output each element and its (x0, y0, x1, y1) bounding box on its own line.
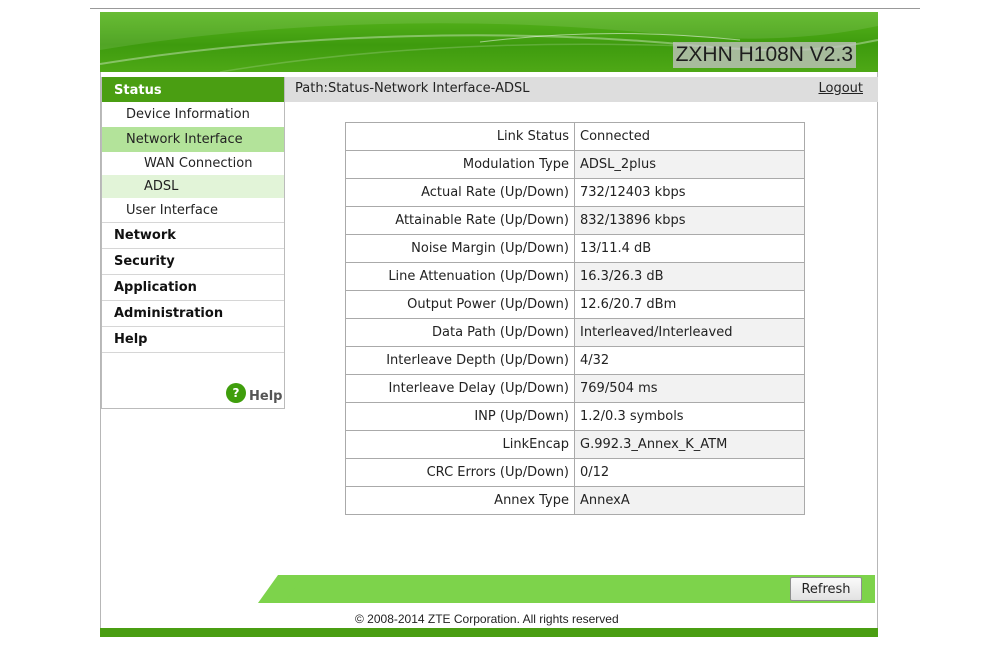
row-label: Interleave Depth (Up/Down) (345, 346, 575, 375)
table-row: Actual Rate (Up/Down) 732/12403 kbps (345, 178, 805, 207)
sidebar-nav: Status Device Information Network Interf… (101, 77, 285, 409)
row-label: CRC Errors (Up/Down) (345, 458, 575, 487)
refresh-button[interactable]: Refresh (790, 577, 862, 601)
sidebar-item-network[interactable]: Network (102, 223, 284, 249)
row-value: 16.3/26.3 dB (574, 262, 805, 291)
adsl-info-table: Link Status Connected Modulation Type ADSL_… (345, 122, 805, 515)
row-value: G.992.3_Annex_K_ATM (574, 430, 805, 459)
row-label: Output Power (Up/Down) (345, 290, 575, 319)
top-divider (90, 8, 920, 9)
row-value: AnnexA (574, 486, 805, 515)
row-value: 13/11.4 dB (574, 234, 805, 263)
row-label: Link Status (345, 122, 575, 151)
row-value: 0/12 (574, 458, 805, 487)
row-value: 1.2/0.3 symbols (574, 402, 805, 431)
breadcrumb: Path:Status-Network Interface-ADSL (295, 81, 530, 96)
row-label: Modulation Type (345, 150, 575, 179)
row-label: Attainable Rate (Up/Down) (345, 206, 575, 235)
copyright-text: © 2008-2014 ZTE Corporation. All rights … (355, 612, 619, 626)
bottom-action-bar (258, 575, 875, 603)
row-label: Data Path (Up/Down) (345, 318, 575, 347)
table-row: Interleave Delay (Up/Down) 769/504 ms (345, 374, 805, 403)
sidebar-item-wan-connection[interactable]: WAN Connection (102, 152, 284, 175)
table-row: Data Path (Up/Down) Interleaved/Interleav… (345, 318, 805, 347)
sidebar-item-device-information[interactable]: Device Information (102, 102, 284, 127)
row-value: 12.6/20.7 dBm (574, 290, 805, 319)
table-row: Interleave Depth (Up/Down) 4/32 (345, 346, 805, 375)
row-value: 732/12403 kbps (574, 178, 805, 207)
sidebar-item-help[interactable]: Help (102, 327, 284, 353)
table-row: Output Power (Up/Down) 12.6/20.7 dBm (345, 290, 805, 319)
row-value: ADSL_2plus (574, 150, 805, 179)
row-value: 4/32 (574, 346, 805, 375)
row-label: Annex Type (345, 486, 575, 515)
row-label: Interleave Delay (Up/Down) (345, 374, 575, 403)
sidebar-item-adsl[interactable]: ADSL (102, 175, 284, 198)
header-banner: ZXHN H108N V2.3 (100, 12, 878, 72)
sidebar-item-application[interactable]: Application (102, 275, 284, 301)
sidebar-item-security[interactable]: Security (102, 249, 284, 275)
sidebar-item-network-interface[interactable]: Network Interface (102, 127, 284, 152)
help-link[interactable]: ? Help (226, 383, 282, 404)
footer-stripe (100, 628, 878, 637)
row-label: Actual Rate (Up/Down) (345, 178, 575, 207)
row-value: 769/504 ms (574, 374, 805, 403)
row-value: Connected (574, 122, 805, 151)
row-label: INP (Up/Down) (345, 402, 575, 431)
help-link-label[interactable]: Help (249, 389, 282, 404)
table-row: Link Status Connected (345, 122, 805, 151)
row-value: Interleaved/Interleaved (574, 318, 805, 347)
table-row: LinkEncap G.992.3_Annex_K_ATM (345, 430, 805, 459)
row-value: 832/13896 kbps (574, 206, 805, 235)
product-name: ZXHN H108N V2.3 (672, 42, 856, 68)
table-row: Line Attenuation (Up/Down) 16.3/26.3 dB (345, 262, 805, 291)
sidebar-item-user-interface[interactable]: User Interface (102, 198, 284, 223)
bottom-bar-graphic (258, 575, 875, 603)
help-icon[interactable]: ? (226, 383, 246, 403)
sidebar-item-status[interactable]: Status (102, 77, 284, 102)
sidebar-item-administration[interactable]: Administration (102, 301, 284, 327)
table-row: Annex Type AnnexA (345, 486, 805, 515)
table-row: CRC Errors (Up/Down) 0/12 (345, 458, 805, 487)
table-row: Attainable Rate (Up/Down) 832/13896 kbps (345, 206, 805, 235)
table-row: Modulation Type ADSL_2plus (345, 150, 805, 179)
row-label: Line Attenuation (Up/Down) (345, 262, 575, 291)
table-row: Noise Margin (Up/Down) 13/11.4 dB (345, 234, 805, 263)
row-label: LinkEncap (345, 430, 575, 459)
logout-link[interactable]: Logout (818, 77, 863, 101)
breadcrumb-bar: Path:Status-Network Interface-ADSL Logou… (285, 77, 878, 102)
row-label: Noise Margin (Up/Down) (345, 234, 575, 263)
table-row: INP (Up/Down) 1.2/0.3 symbols (345, 402, 805, 431)
